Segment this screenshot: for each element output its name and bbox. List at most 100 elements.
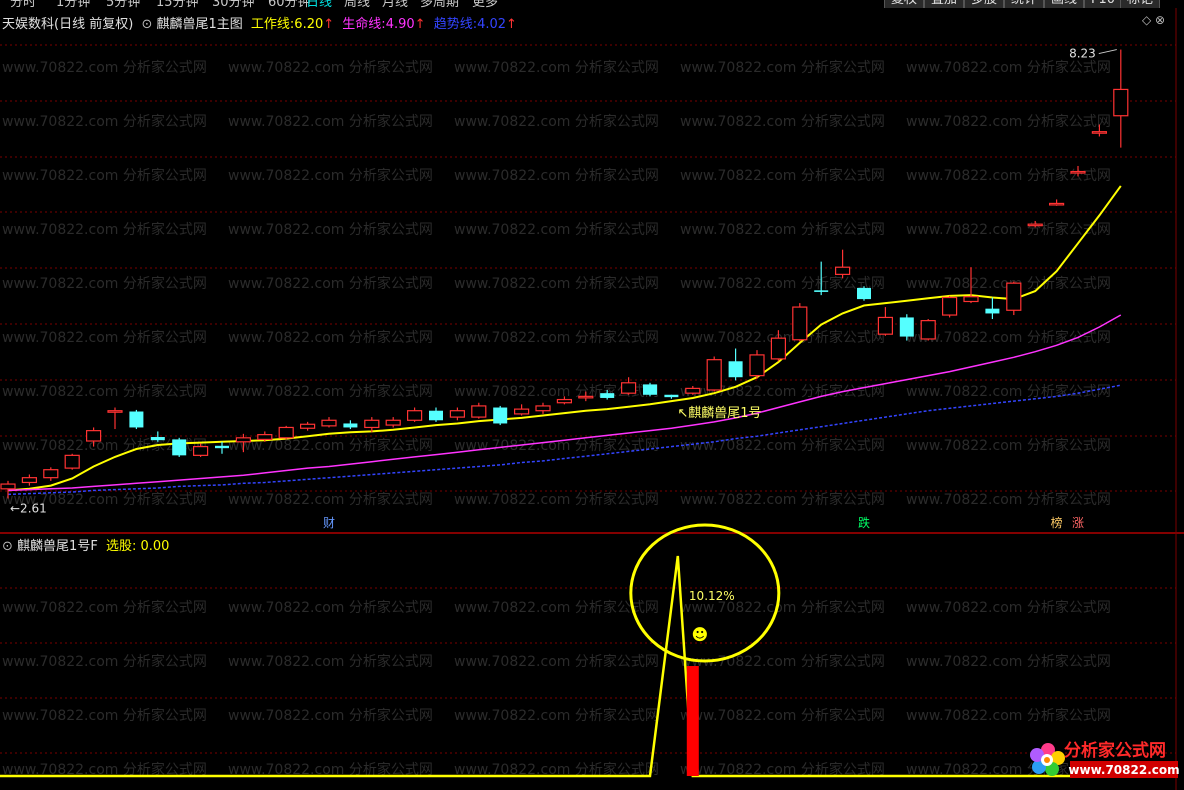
candle-body xyxy=(1091,131,1108,134)
watermark-text: www.70822.com 分析家公式网 xyxy=(680,113,885,130)
watermark-text: www.70822.com 分析家公式网 xyxy=(228,491,433,508)
stock-name: 天娱数科 xyxy=(2,17,55,32)
watermark-text: www.70822.com 分析家公式网 xyxy=(454,653,659,670)
watermark-text: www.70822.com 分析家公式网 xyxy=(2,599,207,616)
watermark-text: www.70822.com 分析家公式网 xyxy=(2,221,207,238)
watermark-text: www.70822.com 分析家公式网 xyxy=(2,329,207,346)
candle-body xyxy=(1006,282,1022,311)
candle xyxy=(857,286,871,301)
watermark-text: www.70822.com 分析家公式网 xyxy=(680,167,885,184)
watermark-text: www.70822.com 分析家公式网 xyxy=(906,383,1111,400)
candle xyxy=(449,407,465,421)
event-marker: 涨 xyxy=(1072,515,1084,530)
candle-body xyxy=(300,423,316,429)
circle-value-label: 10.12% xyxy=(689,589,735,603)
trend-line-label: 趋势线: xyxy=(433,17,478,32)
candle-body xyxy=(0,483,16,490)
candle-body xyxy=(877,316,894,335)
flower-icon xyxy=(1030,743,1065,776)
watermark-text: www.70822.com 分析家公式网 xyxy=(906,221,1111,238)
chevron-down-icon[interactable]: ⊙ xyxy=(2,539,13,554)
candle xyxy=(278,425,294,440)
candle-body xyxy=(278,426,294,439)
candle-body xyxy=(792,306,808,341)
watermark-text: www.70822.com 分析家公式网 xyxy=(906,707,1111,724)
watermark-text: www.70822.com 分析家公式网 xyxy=(454,113,659,130)
candle-body xyxy=(429,410,443,421)
sub-indicator-name[interactable]: 麒麟兽尾1号F xyxy=(17,539,98,554)
candle xyxy=(749,350,765,379)
candle xyxy=(1006,281,1022,316)
candle-body xyxy=(941,296,958,316)
watermark-text: www.70822.com 分析家公式网 xyxy=(454,59,659,76)
watermark-text: www.70822.com 分析家公式网 xyxy=(2,653,207,670)
watermark-text: www.70822.com 分析家公式网 xyxy=(228,599,433,616)
watermark-text: www.70822.com 分析家公式网 xyxy=(2,167,207,184)
up-arrow-icon: ↑ xyxy=(414,17,426,32)
watermark-text: www.70822.com 分析家公式网 xyxy=(680,221,885,238)
candle-body xyxy=(1027,223,1043,227)
candle xyxy=(792,303,808,342)
candle xyxy=(664,394,679,399)
watermark-text: www.70822.com 分析家公式网 xyxy=(454,599,659,616)
candle-body xyxy=(513,408,530,415)
candle-body xyxy=(857,287,871,300)
candle xyxy=(877,307,894,336)
high-price-label: 8.23 xyxy=(1069,47,1096,61)
candle-body xyxy=(535,405,551,412)
stock-chart[interactable]: www.70822.com 分析家公式网 www.70822.com 分析家公式网… xyxy=(0,0,1184,790)
candle-body xyxy=(407,410,423,421)
candle-body xyxy=(343,423,358,428)
candle-body xyxy=(706,359,722,391)
candle-body xyxy=(321,419,337,427)
chevron-down-icon[interactable]: ⊙ xyxy=(141,17,152,32)
candle-body xyxy=(257,434,273,441)
sub-pane-header: ⊙ 麒麟兽尾1号F 选股: 0.00 xyxy=(2,535,169,554)
candle-body xyxy=(814,290,829,292)
candle-body xyxy=(107,410,123,413)
candle-body xyxy=(215,445,229,449)
watermark-text: www.70822.com 分析家公式网 xyxy=(228,167,433,184)
candle xyxy=(429,407,443,422)
candle-body xyxy=(600,393,615,398)
candle-body xyxy=(43,469,59,479)
life-line-label: 生命线: xyxy=(342,17,386,32)
indicator-name[interactable]: 麒麟兽尾1主图 xyxy=(156,17,242,32)
watermark-text: www.70822.com 分析家公式网 xyxy=(906,167,1111,184)
candle xyxy=(407,407,423,422)
candle xyxy=(364,417,380,433)
candle xyxy=(985,297,1000,320)
candle xyxy=(643,382,657,397)
candle-body xyxy=(985,308,1000,314)
candle xyxy=(43,467,59,481)
candle-body xyxy=(364,419,380,429)
watermark-text: www.70822.com 分析家公式网 xyxy=(906,113,1111,130)
candle xyxy=(385,417,401,428)
candle xyxy=(493,405,508,426)
watermark-text: www.70822.com 分析家公式网 xyxy=(906,599,1111,616)
candle-body xyxy=(235,437,251,443)
candle-body xyxy=(64,454,80,469)
chart-mode: (日线 前复权) xyxy=(54,17,134,32)
watermark-text: www.70822.com 分析家公式网 xyxy=(228,653,433,670)
candle-body xyxy=(770,337,787,360)
candle xyxy=(129,409,144,430)
candle-body xyxy=(129,411,144,428)
event-marker: 跌 xyxy=(858,515,870,530)
select-label: 选股: xyxy=(105,539,137,554)
candle xyxy=(728,348,743,381)
event-marker: 财 xyxy=(323,516,335,530)
candle-body xyxy=(21,477,37,484)
watermark-layer: www.70822.com 分析家公式网 www.70822.com 分析家公式网… xyxy=(2,59,1111,778)
main-pane-header: 天娱数科(日线 前复权) ⊙ 麒麟兽尾1主图 工作线:6.20↑ 生命线:4.9… xyxy=(2,13,517,32)
candle xyxy=(920,319,936,341)
candle xyxy=(834,249,851,279)
pane-control-icons[interactable]: ◇ ⊗ xyxy=(1142,13,1165,27)
watermark-text: www.70822.com 分析家公式网 xyxy=(454,275,659,292)
candle xyxy=(535,402,551,414)
candle-body xyxy=(85,430,102,442)
watermark-text: www.70822.com 分析家公式网 xyxy=(228,329,433,346)
candle xyxy=(215,441,229,454)
candle-body xyxy=(493,407,508,424)
candle xyxy=(343,420,358,430)
